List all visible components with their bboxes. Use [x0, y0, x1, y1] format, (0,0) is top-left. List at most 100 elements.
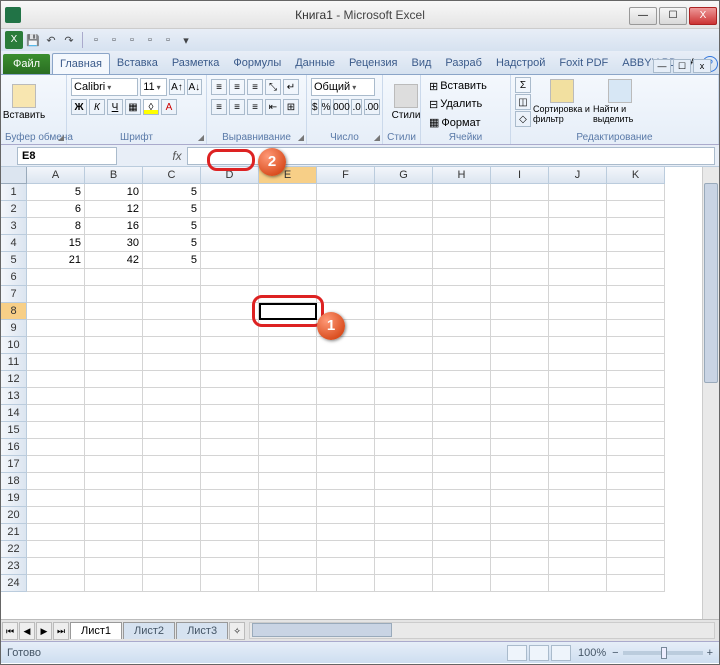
cell[interactable]: [85, 439, 143, 456]
cell[interactable]: [375, 252, 433, 269]
sheet-nav-first-icon[interactable]: ⏮: [2, 622, 18, 640]
format-cells-button[interactable]: ▦ Формат: [425, 114, 484, 131]
cell[interactable]: [433, 337, 491, 354]
cell[interactable]: [317, 354, 375, 371]
cell[interactable]: [143, 456, 201, 473]
cell[interactable]: [433, 286, 491, 303]
align-top-icon[interactable]: ≡: [211, 79, 227, 95]
cell[interactable]: [259, 405, 317, 422]
cell[interactable]: [259, 371, 317, 388]
sheet-nav-next-icon[interactable]: ▶: [36, 622, 52, 640]
cell[interactable]: [491, 235, 549, 252]
cell[interactable]: [607, 184, 665, 201]
col-header[interactable]: D: [201, 167, 259, 184]
cell[interactable]: [607, 269, 665, 286]
cell[interactable]: [201, 456, 259, 473]
cell[interactable]: [375, 422, 433, 439]
cell[interactable]: [549, 303, 607, 320]
minimize-button[interactable]: —: [629, 7, 657, 25]
row-header[interactable]: 15: [1, 422, 27, 439]
row-header[interactable]: 13: [1, 388, 27, 405]
cell[interactable]: [375, 337, 433, 354]
row-header[interactable]: 1: [1, 184, 27, 201]
cell[interactable]: [491, 354, 549, 371]
col-header[interactable]: K: [607, 167, 665, 184]
font-size-combo[interactable]: 11▾: [140, 78, 167, 96]
cell[interactable]: [27, 524, 85, 541]
row-header[interactable]: 23: [1, 558, 27, 575]
cell[interactable]: [317, 388, 375, 405]
clear-icon[interactable]: ◇: [515, 111, 531, 127]
cell[interactable]: [607, 235, 665, 252]
cell[interactable]: [143, 422, 201, 439]
number-format-combo[interactable]: Общий▾: [311, 78, 375, 96]
cell[interactable]: [201, 184, 259, 201]
row-header[interactable]: 4: [1, 235, 27, 252]
cell[interactable]: [317, 422, 375, 439]
cell[interactable]: [375, 354, 433, 371]
cell[interactable]: [259, 388, 317, 405]
cell[interactable]: [375, 269, 433, 286]
cell[interactable]: [201, 490, 259, 507]
cell[interactable]: [259, 286, 317, 303]
cell[interactable]: [143, 320, 201, 337]
cell[interactable]: [491, 456, 549, 473]
cell[interactable]: [433, 252, 491, 269]
row-header[interactable]: 21: [1, 524, 27, 541]
sheet-nav-last-icon[interactable]: ⏭: [53, 622, 69, 640]
doc-minimize-button[interactable]: —: [653, 59, 671, 73]
tab-рецензия[interactable]: Рецензия: [342, 53, 405, 74]
cell[interactable]: [143, 575, 201, 592]
cell[interactable]: [607, 405, 665, 422]
cell[interactable]: [27, 286, 85, 303]
dialog-launcher-icon[interactable]: ◢: [298, 133, 304, 142]
cell[interactable]: [27, 354, 85, 371]
cell[interactable]: [607, 575, 665, 592]
cell[interactable]: [27, 558, 85, 575]
cell[interactable]: [317, 490, 375, 507]
tab-данные[interactable]: Данные: [288, 53, 342, 74]
align-bot-icon[interactable]: ≡: [247, 79, 263, 95]
cell[interactable]: [317, 541, 375, 558]
font-name-combo[interactable]: Calibri▾: [71, 78, 138, 96]
merge-icon[interactable]: ⊞: [283, 99, 299, 115]
cell[interactable]: [85, 320, 143, 337]
cell[interactable]: [201, 507, 259, 524]
cell[interactable]: [85, 575, 143, 592]
app-menu-icon[interactable]: X: [5, 31, 23, 49]
cell[interactable]: 30: [85, 235, 143, 252]
cell[interactable]: [433, 541, 491, 558]
cell[interactable]: [491, 320, 549, 337]
cell[interactable]: [607, 337, 665, 354]
cell[interactable]: [143, 269, 201, 286]
row-header[interactable]: 6: [1, 269, 27, 286]
cell[interactable]: [259, 320, 317, 337]
sheet-tab[interactable]: Лист2: [123, 622, 175, 639]
cell[interactable]: [549, 439, 607, 456]
cell[interactable]: [85, 354, 143, 371]
dialog-launcher-icon[interactable]: ◢: [374, 133, 380, 142]
cell[interactable]: 5: [27, 184, 85, 201]
tab-главная[interactable]: Главная: [52, 53, 110, 74]
cell[interactable]: [433, 422, 491, 439]
cell[interactable]: [85, 303, 143, 320]
dialog-launcher-icon[interactable]: ◢: [58, 133, 64, 142]
cell[interactable]: [433, 507, 491, 524]
cell[interactable]: [433, 439, 491, 456]
styles-button[interactable]: Стили: [387, 77, 425, 127]
cell[interactable]: [491, 388, 549, 405]
horizontal-scrollbar[interactable]: [249, 622, 715, 639]
cell[interactable]: 21: [27, 252, 85, 269]
cell[interactable]: [317, 524, 375, 541]
cell[interactable]: [607, 201, 665, 218]
cell[interactable]: [317, 337, 375, 354]
cell[interactable]: [549, 354, 607, 371]
cell[interactable]: [375, 184, 433, 201]
cell[interactable]: [433, 490, 491, 507]
cell[interactable]: [549, 575, 607, 592]
cell[interactable]: [27, 439, 85, 456]
name-box[interactable]: [17, 147, 117, 165]
cell[interactable]: [317, 286, 375, 303]
cell[interactable]: [433, 235, 491, 252]
cell[interactable]: [375, 201, 433, 218]
